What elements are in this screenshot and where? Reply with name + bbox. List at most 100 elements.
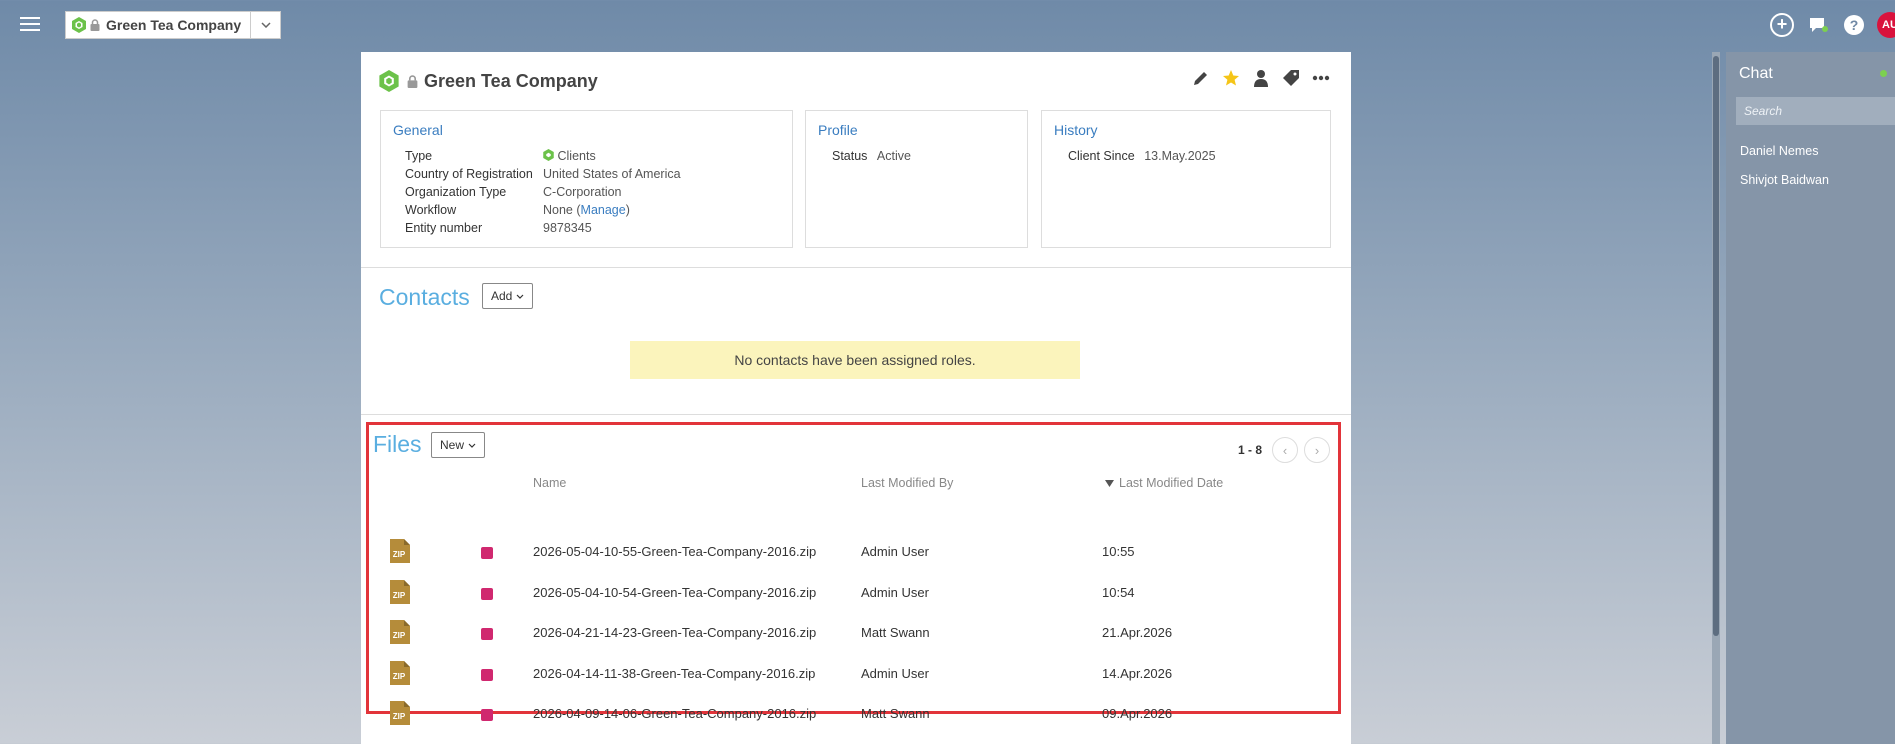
- file-name[interactable]: 2026-04-14-11-38-Green-Tea-Company-2016.…: [533, 666, 815, 681]
- chat-search-input[interactable]: [1736, 97, 1895, 125]
- add-button[interactable]: +: [1769, 12, 1795, 38]
- table-row[interactable]: ZIP 2026-05-04-10-54-Green-Tea-Company-20…: [361, 573, 1351, 613]
- pencil-icon: [1194, 72, 1207, 85]
- files-title: Files: [373, 431, 422, 457]
- svg-text:ZIP: ZIP: [393, 631, 406, 640]
- favorite-button[interactable]: [1221, 68, 1241, 88]
- divider: [361, 414, 1351, 415]
- general-panel: General Type Country of Registration Org…: [380, 110, 793, 248]
- column-header-modified-date-label: Last Modified Date: [1119, 476, 1224, 490]
- new-file-button[interactable]: New: [431, 432, 486, 458]
- workflow-value: None (Manage): [543, 201, 681, 219]
- svg-text:ZIP: ZIP: [393, 550, 406, 559]
- chat-user[interactable]: Daniel Nemes: [1740, 144, 1819, 158]
- table-row[interactable]: ZIP 2026-04-14-11-38-Green-Tea-Company-20…: [361, 654, 1351, 694]
- file-modified-date: 21.Apr.2026: [1102, 625, 1173, 640]
- chat-bubble-icon: [1810, 18, 1828, 32]
- chat-user[interactable]: Shivjot Baidwan: [1740, 173, 1829, 187]
- table-row[interactable]: ZIP 2026-04-21-14-23-Green-Tea-Company-20…: [361, 613, 1351, 653]
- zip-icon: ZIP: [389, 538, 411, 567]
- file-modified-date: 10:55: [1102, 544, 1135, 559]
- org-type-value: C-Corporation: [543, 185, 622, 199]
- tag-button[interactable]: [1281, 68, 1301, 88]
- table-row[interactable]: ZIP 2026-04-09-14-06-Green-Tea-Company-20…: [361, 694, 1351, 734]
- lock-icon: [407, 74, 418, 88]
- svg-text:?: ?: [1850, 17, 1859, 33]
- status-label: Status: [832, 149, 868, 163]
- add-contact-button[interactable]: Add: [482, 283, 534, 309]
- entity-actions: [1191, 68, 1331, 88]
- entity-number-value: 9878345: [543, 221, 592, 235]
- more-button[interactable]: [1311, 68, 1331, 88]
- client-hex-icon: [379, 70, 399, 92]
- file-tag-icon[interactable]: [481, 709, 493, 721]
- file-tag-icon[interactable]: [481, 668, 493, 681]
- zip-icon: ZIP: [389, 700, 411, 729]
- table-row[interactable]: 000 Checklist.pdfAdmin User12.Mar.2026: [361, 735, 1351, 744]
- file-modified-date: 10:54: [1102, 584, 1135, 600]
- file-name[interactable]: 2026-04-21-14-23-Green-Tea-Company-2016.…: [533, 625, 816, 640]
- file-name[interactable]: 2026-05-04-10-54-Green-Tea-Company-2016.…: [533, 585, 816, 600]
- new-file-label: New: [440, 438, 465, 452]
- breadcrumb-label: Green Tea Company: [106, 17, 242, 33]
- file-modified-by: Admin User: [861, 584, 929, 600]
- client-hex-icon: [543, 149, 554, 161]
- file-modified-date: 14.Apr.2026: [1102, 665, 1173, 681]
- status-row: Status Active: [832, 147, 911, 165]
- plus-icon: +: [1770, 13, 1794, 37]
- pdf-icon: [389, 741, 411, 744]
- client-hex-icon: [72, 17, 86, 33]
- prev-page-button[interactable]: ‹: [1272, 437, 1298, 463]
- type-value: Clients: [543, 147, 681, 165]
- general-labels: Type Country of Registration Organizatio…: [405, 147, 533, 237]
- add-contact-label: Add: [491, 289, 513, 303]
- divider: [361, 267, 1351, 268]
- scrollbar-thumb[interactable]: [1713, 56, 1719, 636]
- column-header-modified-date[interactable]: Last Modified Date: [1105, 476, 1223, 490]
- more-icon: [1312, 75, 1330, 81]
- type-label: Type: [405, 149, 433, 163]
- table-row[interactable]: ZIP 2026-05-04-10-55-Green-Tea-Company-20…: [361, 532, 1351, 572]
- breadcrumb-dropdown[interactable]: [250, 12, 280, 38]
- assign-user-button[interactable]: [1251, 68, 1271, 88]
- chat-title: Chat: [1739, 65, 1773, 82]
- column-header-modified-by[interactable]: Last Modified By: [861, 476, 953, 490]
- entity-number-label: Entity number: [405, 221, 483, 235]
- messages-button[interactable]: [1805, 12, 1831, 38]
- edit-button[interactable]: [1191, 68, 1211, 88]
- star-icon: [1223, 70, 1239, 86]
- file-tag-icon[interactable]: [481, 587, 493, 600]
- avatar[interactable]: AU: [1877, 12, 1895, 38]
- client-since-value: 13.May.2025: [1144, 149, 1216, 163]
- file-name[interactable]: 2026-05-04-10-55-Green-Tea-Company-2016.…: [533, 544, 816, 559]
- page-title: Green Tea Company: [424, 70, 598, 91]
- manage-workflow-link[interactable]: Manage: [581, 203, 626, 217]
- breadcrumb[interactable]: Green Tea Company: [65, 11, 281, 39]
- empty-contacts-notice: No contacts have been assigned roles.: [630, 341, 1080, 379]
- file-tag-icon[interactable]: [481, 547, 493, 559]
- svg-text:ZIP: ZIP: [393, 672, 406, 681]
- zip-icon: ZIP: [389, 660, 411, 689]
- file-modified-date: 09.Apr.2026: [1102, 706, 1173, 721]
- workflow-value-text: None (: [543, 203, 581, 217]
- column-header-name[interactable]: Name: [533, 476, 566, 490]
- zip-icon: ZIP: [389, 579, 411, 608]
- chevron-down-icon: [516, 294, 524, 299]
- general-values: Clients United States of America C-Corpo…: [543, 147, 681, 237]
- sort-desc-icon: [1105, 480, 1114, 487]
- chevron-right-icon: ›: [1314, 442, 1320, 458]
- menu-icon[interactable]: [20, 17, 40, 31]
- help-button[interactable]: ?: [1841, 12, 1867, 38]
- file-name[interactable]: 2026-04-09-14-06-Green-Tea-Company-2016.…: [533, 706, 816, 721]
- history-panel: History Client Since 13.May.2025: [1041, 110, 1331, 248]
- workflow-suffix: ): [625, 203, 630, 217]
- workflow-label: Workflow: [405, 203, 457, 217]
- chat-panel: Chat Daniel Nemes Shivjot Baidwan: [1726, 52, 1895, 744]
- svg-text:ZIP: ZIP: [393, 591, 406, 600]
- entity-header: Green Tea Company: [379, 70, 598, 92]
- next-page-button[interactable]: ›: [1304, 437, 1330, 463]
- chevron-down-icon: [468, 443, 476, 448]
- file-tag-icon[interactable]: [481, 628, 493, 640]
- zip-icon: ZIP: [389, 619, 411, 648]
- type-value-text: Clients: [557, 149, 596, 163]
